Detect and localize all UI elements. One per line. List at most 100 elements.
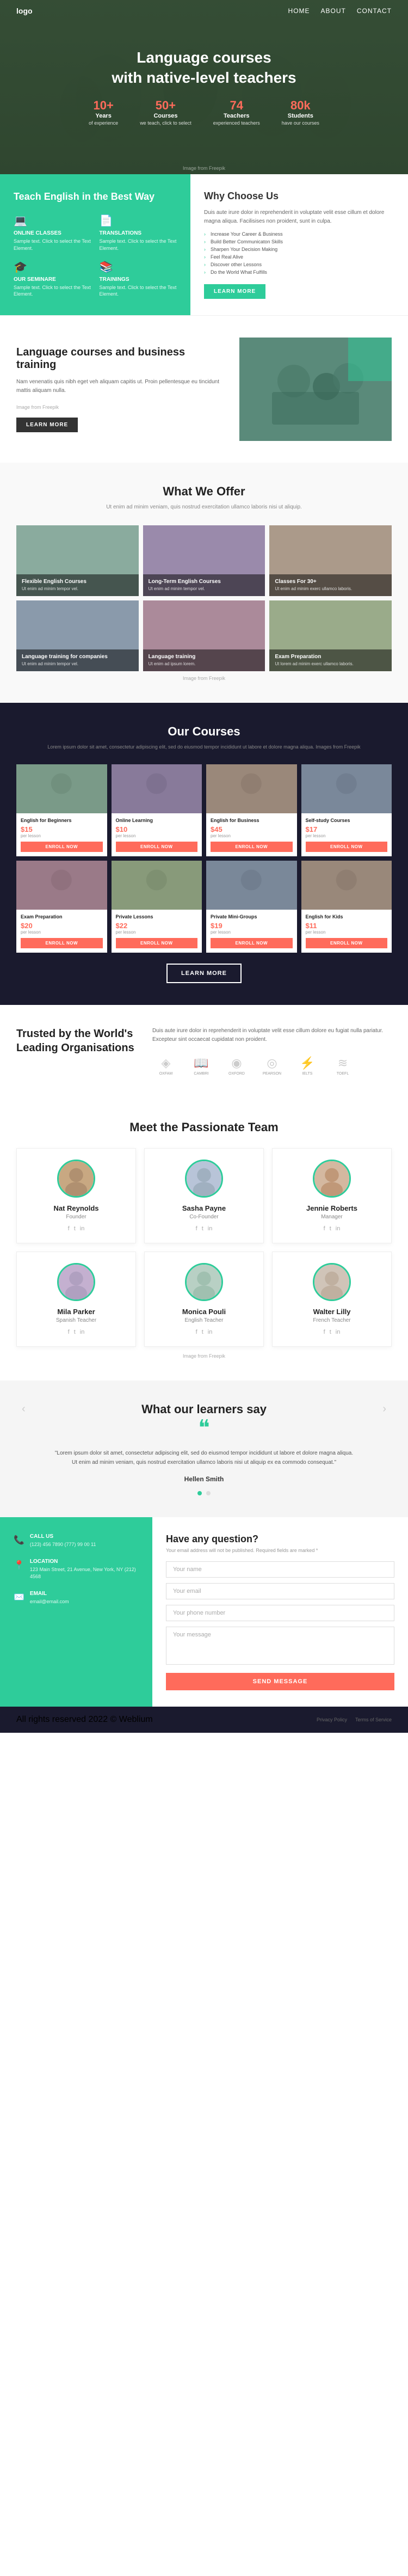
offer-card-1-desc: Ut enim ad minim tempor vel. xyxy=(22,586,133,592)
nat-social: f t in xyxy=(25,1225,127,1232)
course-6-price: $22 xyxy=(116,922,198,930)
mila-avatar xyxy=(57,1263,95,1301)
lang-biz-title: Language courses and business training xyxy=(16,346,223,371)
sasha-twitter-icon[interactable]: t xyxy=(202,1225,203,1232)
team-img-credit: Image from Freepik xyxy=(16,1353,392,1359)
testimonial-next-btn[interactable]: › xyxy=(382,1403,386,1415)
hero-stat-years: 10+ Years of experience xyxy=(89,99,118,126)
online-classes-icon: 💻 xyxy=(14,214,91,228)
sasha-avatar xyxy=(185,1160,223,1198)
nat-name: Nat Reynolds xyxy=(25,1204,127,1212)
testimonial-arrows: ‹ › xyxy=(16,1403,392,1415)
sasha-facebook-icon[interactable]: f xyxy=(196,1225,197,1232)
course-4-label: per lesson xyxy=(306,833,388,838)
course-3-enroll-btn[interactable]: ENROLL NOW xyxy=(211,842,293,852)
mila-social: f t in xyxy=(25,1329,127,1335)
seminare-title: OUR SEMINARE xyxy=(14,277,91,283)
nat-avatar-img xyxy=(59,1161,94,1196)
nat-twitter-icon[interactable]: t xyxy=(74,1225,76,1232)
course-5-img xyxy=(16,861,107,910)
mila-linkedin-icon[interactable]: in xyxy=(80,1329,85,1335)
course-1-enroll-btn[interactable]: ENROLL NOW xyxy=(21,842,103,852)
course-7-body: Private Mini-Groups $19 per lesson ENROL… xyxy=(206,910,297,953)
course-2-enroll-btn[interactable]: ENROLL NOW xyxy=(116,842,198,852)
why-title: Why Choose Us xyxy=(204,191,394,202)
seminare-icon: 🎓 xyxy=(14,260,91,274)
course-8-img xyxy=(301,861,392,910)
trusted-logos: Duis aute irure dolor in reprehenderit i… xyxy=(152,1027,392,1077)
stat-students-label: have our courses xyxy=(282,120,319,126)
why-list-item-5: Discover other Lessons xyxy=(204,261,394,268)
course-7-enroll-btn[interactable]: ENROLL NOW xyxy=(211,938,293,948)
email-text: EMAIL email@email.com xyxy=(30,1591,69,1606)
contact-phone-input[interactable] xyxy=(166,1605,394,1621)
lang-biz-learn-btn[interactable]: LEARN MORE xyxy=(16,418,78,432)
nav-contact[interactable]: CONTACT xyxy=(357,7,392,15)
monica-facebook-icon[interactable]: f xyxy=(196,1329,197,1335)
contact-submit-btn[interactable]: SEND MESSAGE xyxy=(166,1673,394,1690)
testimonial-author: Hellen Smith xyxy=(16,1475,392,1483)
nav-about[interactable]: ABOUT xyxy=(321,7,346,15)
footer-privacy-link[interactable]: Privacy Policy xyxy=(317,1717,347,1722)
nav-home[interactable]: HOME xyxy=(288,7,310,15)
course-4-enroll-btn[interactable]: ENROLL NOW xyxy=(306,842,388,852)
course-7-price: $19 xyxy=(211,922,293,930)
sasha-linkedin-icon[interactable]: in xyxy=(208,1225,213,1232)
contact-message-input[interactable] xyxy=(166,1627,394,1665)
course-5-body: Exam Preparation $20 per lesson ENROLL N… xyxy=(16,910,107,953)
walter-facebook-icon[interactable]: f xyxy=(324,1329,325,1335)
offer-card-1: Flexible English Courses Ut enim ad mini… xyxy=(16,525,139,596)
course-1-label: per lesson xyxy=(21,833,103,838)
testimonial-prev-btn[interactable]: ‹ xyxy=(22,1403,26,1415)
hero-content: Language courseswith native-level teache… xyxy=(89,48,319,126)
offer-card-4-title: Language training for companies xyxy=(22,654,133,660)
footer-terms-link[interactable]: Terms of Service xyxy=(355,1717,392,1722)
course-5-enroll-btn[interactable]: ENROLL NOW xyxy=(21,938,103,948)
course-6-enroll-btn[interactable]: ENROLL NOW xyxy=(116,938,198,948)
walter-twitter-icon[interactable]: t xyxy=(330,1329,331,1335)
jennie-avatar-img xyxy=(314,1161,349,1196)
email-heading: EMAIL xyxy=(30,1591,69,1597)
mila-facebook-icon[interactable]: f xyxy=(68,1329,70,1335)
nat-facebook-icon[interactable]: f xyxy=(68,1225,70,1232)
courses-learn-more-btn[interactable]: LEARN MORE xyxy=(166,964,242,983)
monica-social: f t in xyxy=(153,1329,255,1335)
lang-biz-section: Language courses and business training N… xyxy=(0,315,408,463)
contact-title: Have any question? xyxy=(166,1534,394,1545)
course-5-label: per lesson xyxy=(21,930,103,935)
hero-section: Language courseswith native-level teache… xyxy=(0,0,408,174)
logo-oxford: ◉ OXFORD xyxy=(223,1055,250,1077)
contact-name-input[interactable] xyxy=(166,1561,394,1578)
stat-students-title: Students xyxy=(282,113,319,119)
teach-item-online: 💻 ONLINE CLASSES Sample text. Click to s… xyxy=(14,214,91,252)
jennie-linkedin-icon[interactable]: in xyxy=(336,1225,341,1232)
trusted-text: Trusted by the World's Leading Organisat… xyxy=(16,1027,136,1055)
why-learn-btn[interactable]: LEARN MORE xyxy=(204,284,265,299)
monica-twitter-icon[interactable]: t xyxy=(202,1329,203,1335)
course-2-body: Online Learning $10 per lesson ENROLL NO… xyxy=(112,813,202,856)
course-2-title: Online Learning xyxy=(116,818,198,823)
offer-card-6: Exam Preparation Ut lorem ad minim exerc… xyxy=(269,600,392,671)
jennie-twitter-icon[interactable]: t xyxy=(330,1225,331,1232)
monica-role: English Teacher xyxy=(153,1317,255,1323)
nat-role: Founder xyxy=(25,1214,127,1220)
testimonial-dot-2[interactable] xyxy=(206,1491,211,1495)
monica-linkedin-icon[interactable]: in xyxy=(208,1329,213,1335)
testimonial-dot-1[interactable] xyxy=(197,1491,202,1495)
translations-desc: Sample text. Click to select the Text El… xyxy=(100,238,177,252)
mila-twitter-icon[interactable]: t xyxy=(74,1329,76,1335)
location-heading: LOCATION xyxy=(30,1559,139,1565)
course-7-label: per lesson xyxy=(211,930,293,935)
oxford-label: OXFORD xyxy=(228,1072,245,1076)
mila-role: Spanish Teacher xyxy=(25,1317,127,1323)
why-list-item-6: Do the World What Fulfills xyxy=(204,268,394,276)
hero-stat-courses: 50+ Courses we teach, click to select xyxy=(140,99,191,126)
nat-linkedin-icon[interactable]: in xyxy=(80,1225,85,1232)
walter-linkedin-icon[interactable]: in xyxy=(336,1329,341,1335)
course-8-enroll-btn[interactable]: ENROLL NOW xyxy=(306,938,388,948)
team-card-mila: Mila Parker Spanish Teacher f t in xyxy=(16,1252,136,1347)
contact-email-input[interactable] xyxy=(166,1583,394,1599)
testimonial-section: What our learners say ‹ › ❝ "Lorem ipsum… xyxy=(0,1381,408,1517)
ielts-label: IELTS xyxy=(302,1072,313,1076)
jennie-facebook-icon[interactable]: f xyxy=(324,1225,325,1232)
